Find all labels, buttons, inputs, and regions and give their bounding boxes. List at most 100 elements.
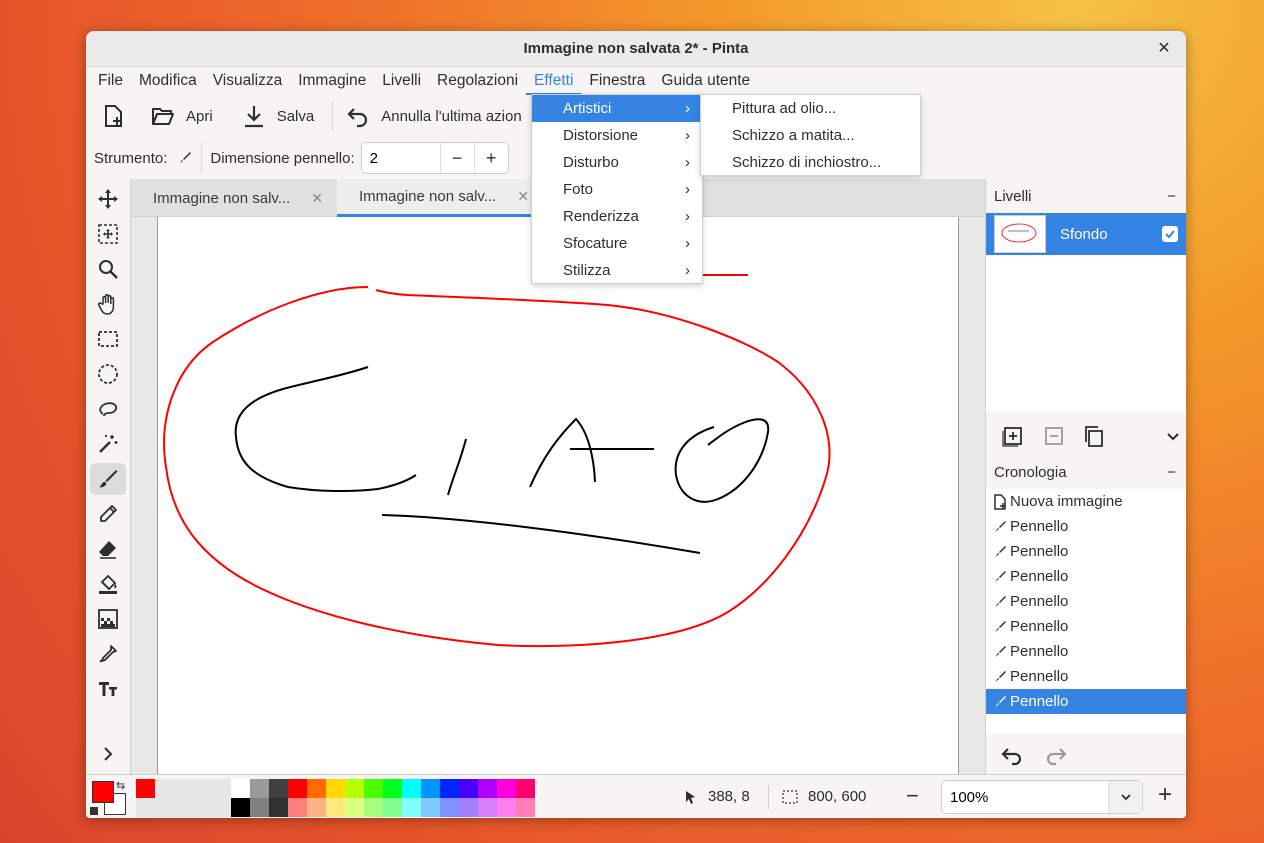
zoom-input[interactable] <box>942 781 1108 813</box>
palette-swatch[interactable] <box>421 798 440 817</box>
palette-swatch[interactable] <box>459 798 478 817</box>
gradient-tool-icon[interactable] <box>90 603 126 635</box>
history-item[interactable]: Nuova immagine <box>986 489 1186 514</box>
palette-swatch[interactable] <box>326 798 345 817</box>
lasso-select-icon[interactable] <box>90 393 126 425</box>
palette-swatch[interactable] <box>440 798 459 817</box>
palette-swatch[interactable] <box>136 779 155 798</box>
text-tool-icon[interactable] <box>90 673 126 705</box>
menu-item-foto[interactable]: Foto › <box>532 176 702 203</box>
history-item[interactable]: Pennello <box>986 639 1186 664</box>
magic-wand-icon[interactable] <box>90 428 126 460</box>
menu-visualizza[interactable]: Visualizza <box>205 67 291 95</box>
menu-item-disturbo[interactable]: Disturbo › <box>532 149 702 176</box>
palette-swatch[interactable] <box>136 798 155 817</box>
tab-image-1[interactable]: Immagine non salv... ✕ <box>131 179 337 217</box>
palette-swatch[interactable] <box>497 798 516 817</box>
color-swatches[interactable]: ⇆ <box>90 779 130 817</box>
palette-swatch[interactable] <box>326 779 345 798</box>
new-image-button[interactable] <box>96 98 140 134</box>
open-button[interactable]: Apri <box>146 98 217 134</box>
palette-swatch[interactable] <box>402 798 421 817</box>
palette-swatch[interactable] <box>383 798 402 817</box>
menu-item-sfocature[interactable]: Sfocature › <box>532 230 702 257</box>
palette-swatch[interactable] <box>459 779 478 798</box>
chevron-down-icon[interactable] <box>1108 781 1142 813</box>
palette-swatch[interactable] <box>497 779 516 798</box>
palette-swatch[interactable] <box>288 779 307 798</box>
duplicate-layer-icon[interactable] <box>1081 422 1108 450</box>
menu-item-renderizza[interactable]: Renderizza › <box>532 203 702 230</box>
palette-swatch[interactable] <box>516 779 535 798</box>
palette-swatch[interactable] <box>516 798 535 817</box>
palette-swatch[interactable] <box>440 779 459 798</box>
move-selection-icon[interactable] <box>90 218 126 250</box>
history-item-selected[interactable]: Pennello <box>986 689 1186 714</box>
palette-swatch[interactable] <box>212 779 231 798</box>
brush-size-input[interactable] <box>361 143 440 173</box>
palette-swatch[interactable] <box>383 779 402 798</box>
undo-button[interactable]: Annulla l'ultima azion <box>341 98 525 134</box>
zoom-out-icon[interactable]: − <box>906 783 919 809</box>
palette-swatch[interactable] <box>174 798 193 817</box>
paintbrush-tool-icon[interactable] <box>90 463 126 495</box>
menu-finestra[interactable]: Finestra <box>581 67 653 95</box>
palette-swatch[interactable] <box>364 779 383 798</box>
zoom-tool-icon[interactable] <box>90 253 126 285</box>
swap-colors-icon[interactable]: ⇆ <box>116 779 125 792</box>
rectangle-select-icon[interactable] <box>90 323 126 355</box>
palette-swatch[interactable] <box>307 798 326 817</box>
menu-item-ink-sketch[interactable]: Schizzo di inchiostro... <box>701 149 920 176</box>
redo-icon[interactable] <box>1040 745 1070 767</box>
palette-swatch[interactable] <box>402 779 421 798</box>
palette-swatch[interactable] <box>193 779 212 798</box>
history-item[interactable]: Pennello <box>986 664 1186 689</box>
palette-swatch[interactable] <box>345 779 364 798</box>
menu-item-distorsione[interactable]: Distorsione › <box>532 122 702 149</box>
menu-regolazioni[interactable]: Regolazioni <box>429 67 526 95</box>
history-item[interactable]: Pennello <box>986 614 1186 639</box>
add-layer-icon[interactable] <box>1000 422 1027 450</box>
reset-colors-icon[interactable] <box>90 807 98 815</box>
menu-item-pencil-sketch[interactable]: Schizzo a matita... <box>701 122 920 149</box>
menu-effetti[interactable]: Effetti <box>526 67 582 95</box>
layer-visibility-checkbox[interactable] <box>1162 226 1178 242</box>
close-icon[interactable]: ✕ <box>1154 39 1174 59</box>
close-tab-icon[interactable]: ✕ <box>517 188 529 205</box>
menu-item-stilizza[interactable]: Stilizza › <box>532 257 702 284</box>
history-item[interactable]: Pennello <box>986 539 1186 564</box>
palette-swatch[interactable] <box>212 798 231 817</box>
history-item[interactable]: Pennello <box>986 564 1186 589</box>
pencil-tool-icon[interactable] <box>90 498 126 530</box>
palette-swatch[interactable] <box>478 779 497 798</box>
delete-layer-icon[interactable] <box>1041 422 1068 450</box>
menu-item-oil-painting[interactable]: Pittura ad olio... <box>701 95 920 122</box>
color-picker-icon[interactable] <box>90 638 126 670</box>
palette-swatch[interactable] <box>269 779 288 798</box>
palette-swatch[interactable] <box>174 779 193 798</box>
chevron-down-icon[interactable] <box>1160 422 1187 450</box>
layer-item-sfondo[interactable]: Sfondo <box>986 213 1186 255</box>
palette-swatch[interactable] <box>288 798 307 817</box>
tab-image-2[interactable]: Immagine non salv... ✕ <box>337 179 543 217</box>
collapse-history-icon[interactable]: − <box>1167 464 1176 481</box>
history-item[interactable]: Pennello <box>986 514 1186 539</box>
palette-swatch[interactable] <box>345 798 364 817</box>
eraser-tool-icon[interactable] <box>90 533 126 565</box>
palette-swatch[interactable] <box>193 798 212 817</box>
close-tab-icon[interactable]: ✕ <box>311 190 323 207</box>
collapse-layers-icon[interactable]: − <box>1167 188 1176 205</box>
save-button[interactable]: Salva <box>237 98 319 134</box>
menu-immagine[interactable]: Immagine <box>290 67 374 95</box>
plus-icon[interactable]: + <box>473 143 508 173</box>
history-item[interactable]: Pennello <box>986 589 1186 614</box>
menu-modifica[interactable]: Modifica <box>131 67 205 95</box>
undo-icon[interactable] <box>998 745 1028 767</box>
pan-tool-icon[interactable] <box>90 288 126 320</box>
palette-swatch[interactable] <box>155 779 174 798</box>
menu-file[interactable]: File <box>90 67 131 95</box>
primary-color-swatch[interactable] <box>92 781 114 803</box>
chevron-right-icon[interactable] <box>90 738 126 770</box>
menu-item-artistici[interactable]: Artistici › <box>532 95 702 122</box>
palette-swatch[interactable] <box>478 798 497 817</box>
